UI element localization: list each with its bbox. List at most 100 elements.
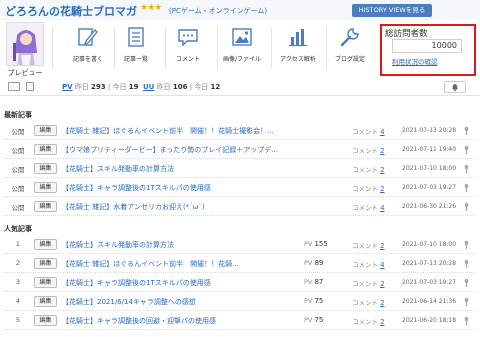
notification-button[interactable]	[444, 81, 466, 93]
post-title-link[interactable]: 【花騎士 雑記】ほぐるんイベント前半 開催！！花騎士撮影会！...	[62, 126, 294, 136]
comment-count: コメント 2	[352, 147, 385, 155]
post-date: 2021-06-20 18:18	[402, 317, 457, 324]
edit-button[interactable]: 編集	[34, 258, 57, 269]
image-file-label: 画像/ファイル	[222, 56, 262, 63]
preview-link[interactable]: プレビュー	[6, 68, 44, 78]
edit-button[interactable]: 編集	[34, 239, 57, 250]
post-date: 2021-06-14 21:36	[402, 298, 457, 305]
pc-icon[interactable]	[8, 82, 20, 91]
popular-posts-heading: 人気記事	[4, 225, 32, 233]
divider	[52, 28, 53, 68]
edit-button[interactable]: 編集	[34, 144, 57, 155]
post-date: 2021-07-10 18:00	[402, 241, 457, 248]
post-status: 公開	[11, 204, 25, 212]
settings-icon[interactable]	[464, 259, 469, 268]
settings-icon[interactable]	[464, 316, 469, 325]
uu-yesterday: 106	[172, 83, 188, 91]
rank-number: 1	[15, 240, 21, 248]
pv-link[interactable]: PV	[62, 83, 73, 91]
stats-bar: PV 昨日 293 | 今日 19 UU 昨日 106 | 今日 12	[0, 78, 480, 96]
rank-number: 5	[15, 316, 21, 324]
edit-button[interactable]: 編集	[34, 201, 57, 212]
page-views: PV 75	[304, 316, 324, 324]
avatar[interactable]	[6, 22, 44, 66]
article-list-icon	[128, 27, 144, 47]
post-date: 2021-06-30 21:26	[402, 203, 457, 210]
page-views: PV 89	[304, 259, 324, 267]
article-list-button[interactable]: 記事一覧	[108, 26, 164, 66]
pen-icon	[78, 28, 98, 46]
settings-icon[interactable]	[464, 278, 469, 287]
uu-today: 12	[210, 83, 221, 91]
rating-stars: ★★★	[140, 3, 162, 13]
pv-today: 19	[128, 83, 139, 91]
total-visitors-count: 10000	[392, 39, 462, 53]
uu-stats: UU 昨日 106 | 今日 12	[143, 83, 221, 91]
settings-icon[interactable]	[464, 297, 469, 306]
rank-number: 2	[15, 259, 21, 267]
total-visitors-title: 総訪問者数	[385, 29, 428, 39]
image-icon	[232, 28, 252, 46]
edit-button[interactable]: 編集	[34, 163, 57, 174]
comment-count: コメント 2	[352, 166, 385, 174]
post-title-link[interactable]: 【花騎士】キャラ調整後の1Tスキルパの使用感	[62, 278, 294, 288]
post-status: 公開	[11, 166, 25, 174]
recent-posts-heading: 最新記事	[4, 111, 32, 119]
edit-button[interactable]: 編集	[34, 296, 57, 307]
page-views: PV 155	[304, 240, 328, 248]
blog-settings-button[interactable]: ブログ設定	[322, 26, 378, 66]
settings-icon[interactable]	[464, 202, 469, 211]
list-item: 公開 編集 【花騎士 雑記】ほぐるんイベント前半 開催！！花騎士撮影会！... …	[4, 121, 476, 140]
image-file-button[interactable]: 画像/ファイル	[214, 26, 270, 66]
list-item: 公開 編集 【ウマ娘プリティーダービー】まったり勢のプレイ記録＋アップデ... …	[4, 140, 476, 159]
comment-count: コメント 4	[352, 204, 385, 212]
blog-settings-label: ブログ設定	[334, 56, 365, 63]
blog-title[interactable]: どろろんの花騎士ブロマガ	[5, 3, 137, 19]
avatar-image	[7, 23, 43, 65]
settings-icon[interactable]	[464, 164, 469, 173]
settings-icon[interactable]	[464, 145, 469, 154]
list-item: 公開 編集 【花騎士】スキル発動率の計算方法 コメント 2 2021-07-10…	[4, 159, 476, 178]
post-status: 公開	[11, 147, 25, 155]
comment-label: コメント	[175, 56, 200, 63]
page-views: PV 75	[304, 297, 324, 305]
uu-link[interactable]: UU	[143, 83, 154, 91]
comment-count: コメント 4	[352, 261, 385, 269]
access-analysis-button[interactable]: アクセス解析	[270, 26, 326, 66]
edit-button[interactable]: 編集	[34, 182, 57, 193]
post-date: 2021-07-03 19:27	[402, 184, 457, 191]
list-item: 公開 編集 【花騎士】キャラ調整後の1Tスキルパの使用感 コメント 2 2021…	[4, 178, 476, 197]
list-item: 1 編集 【花騎士】スキル発動率の計算方法 PV 155 コメント 2 2021…	[4, 235, 476, 254]
comment-icon	[178, 29, 198, 47]
post-title-link[interactable]: 【花騎士】スキル発動率の計算方法	[62, 164, 294, 174]
post-title-link[interactable]: 【花騎士】キャラ調整後の回避・迎撃パの使用感	[62, 316, 294, 326]
blog-header: どろろんの花騎士ブロマガ ★★★ (PCゲーム・オンラインゲーム) HISTOR…	[0, 0, 480, 20]
edit-button[interactable]: 編集	[34, 315, 57, 326]
settings-icon[interactable]	[464, 240, 469, 249]
post-title-link[interactable]: 【花騎士 雑記】ほぐるんイベント前半 開催！！花騎...	[62, 259, 294, 269]
post-title-link[interactable]: 【花騎士】2021/6/14キャラ調整への感想	[62, 297, 294, 307]
list-item: 公開 編集 【花騎士 雑記】水着アンゼリカお迎え(*´ω`) コメント 4 20…	[4, 197, 476, 216]
comment-count: コメント 2	[352, 185, 385, 193]
post-date: 2021-07-10 18:00	[402, 165, 457, 172]
post-title-link[interactable]: 【花騎士】キャラ調整後の1Tスキルパの使用感	[62, 183, 294, 193]
comment-count: コメント 2	[352, 242, 385, 250]
post-title-link[interactable]: 【ウマ娘プリティーダービー】まったり勢のプレイ記録＋アップデ...	[62, 145, 294, 155]
list-item: 2 編集 【花騎士 雑記】ほぐるんイベント前半 開催！！花騎... PV 89 …	[4, 254, 476, 273]
post-date: 2021-07-13 20:28	[402, 127, 457, 134]
usage-status-link[interactable]: 利用状況の確認	[392, 56, 438, 66]
comment-button[interactable]: コメント	[160, 26, 216, 66]
smartphone-icon[interactable]	[26, 82, 34, 91]
rank-number: 4	[15, 297, 21, 305]
post-title-link[interactable]: 【花騎士 雑記】水着アンゼリカお迎え(*´ω`)	[62, 202, 294, 212]
blog-category[interactable]: (PCゲーム・オンラインゲーム)	[169, 6, 267, 16]
comment-count: コメント 2	[352, 318, 385, 326]
edit-button[interactable]: 編集	[34, 125, 57, 136]
edit-button[interactable]: 編集	[34, 277, 57, 288]
access-analysis-label: アクセス解析	[280, 56, 316, 63]
history-view-button[interactable]: HISTORY VIEWを見る	[352, 4, 432, 17]
comment-count: コメント 2	[352, 280, 385, 288]
post-title-link[interactable]: 【花騎士】スキル発動率の計算方法	[62, 240, 294, 250]
settings-icon[interactable]	[464, 126, 469, 135]
settings-icon[interactable]	[464, 183, 469, 192]
